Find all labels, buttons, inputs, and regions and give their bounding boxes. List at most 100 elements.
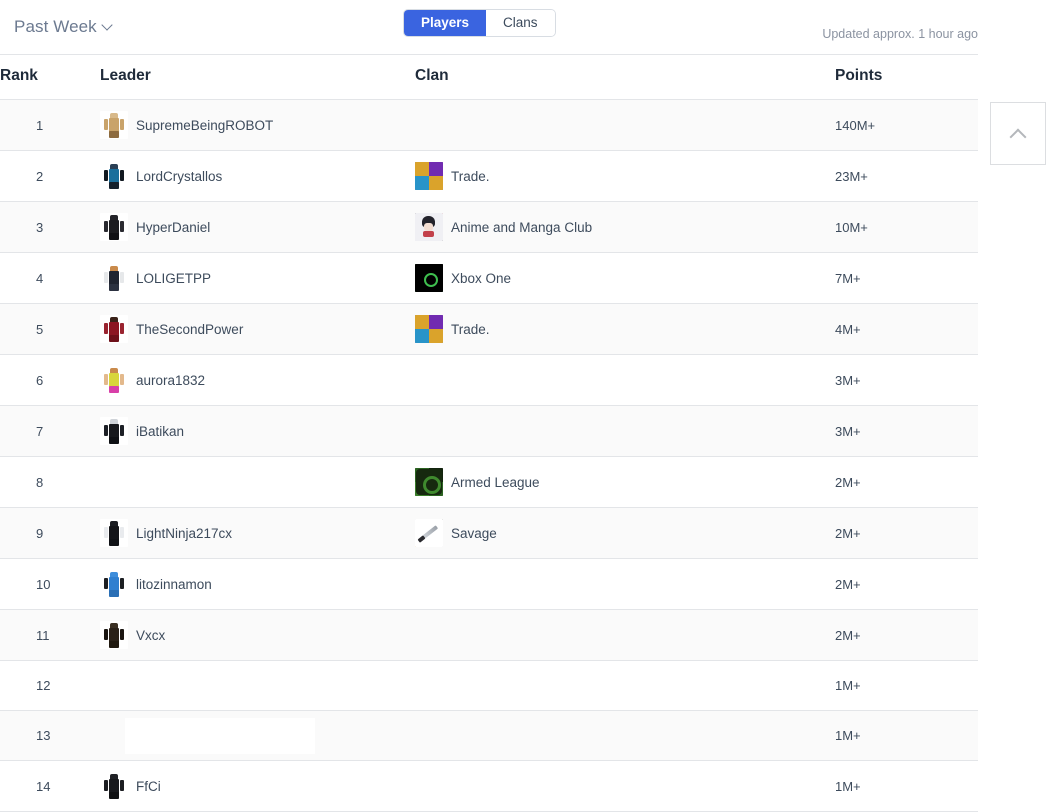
- table-header: Rank Leader Clan Points: [0, 55, 978, 100]
- cell-points: 2M+: [835, 559, 978, 610]
- leader-entry[interactable]: TheSecondPower: [100, 304, 415, 354]
- leader-avatar: [100, 570, 128, 598]
- cell-points: 3M+: [835, 406, 978, 457]
- leader-avatar: [100, 772, 128, 800]
- column-header-clan: Clan: [415, 55, 835, 100]
- cell-rank: 6: [0, 355, 100, 406]
- table-row[interactable]: 8Armed League2M+: [0, 457, 978, 508]
- clan-name[interactable]: Armed League: [451, 475, 540, 490]
- leader-name[interactable]: LordCrystallos: [136, 169, 222, 184]
- cell-leader: LightNinja217cx: [100, 508, 415, 559]
- clan-icon: [415, 519, 443, 547]
- leaderboard-toolbar: Past Week Players Clans Updated approx. …: [0, 0, 978, 54]
- table-row[interactable]: 5 TheSecondPower Trade. 4M+: [0, 304, 978, 355]
- clan-icon: [415, 468, 443, 496]
- period-filter-dropdown[interactable]: Past Week: [14, 17, 114, 37]
- cell-points: 4M+: [835, 304, 978, 355]
- table-row[interactable]: 11Vxcx2M+: [0, 610, 978, 661]
- table-row[interactable]: 1SupremeBeingROBOT140M+: [0, 100, 978, 151]
- cell-rank: 8: [0, 457, 100, 508]
- table-row[interactable]: 9LightNinja217cxSavage2M+: [0, 508, 978, 559]
- clan-name[interactable]: Trade.: [451, 322, 490, 337]
- table-row[interactable]: 121M+: [0, 661, 978, 711]
- leader-name[interactable]: FfCi: [136, 779, 161, 794]
- leader-name[interactable]: TheSecondPower: [136, 322, 243, 337]
- cell-points: 140M+: [835, 100, 978, 151]
- cell-clan: [415, 711, 835, 761]
- cell-points: 1M+: [835, 661, 978, 711]
- clan-name[interactable]: Anime and Manga Club: [451, 220, 592, 235]
- leader-name[interactable]: HyperDaniel: [136, 220, 210, 235]
- table-row[interactable]: 3 HyperDaniel Anime and Manga Club 10M+: [0, 202, 978, 253]
- table-row[interactable]: 6aurora18323M+: [0, 355, 978, 406]
- leader-avatar: [100, 111, 128, 139]
- table-row[interactable]: 2LordCrystallosTrade.23M+: [0, 151, 978, 202]
- leader-entry[interactable]: LOLIGETPP: [100, 253, 415, 303]
- clan-entry[interactable]: Trade.: [415, 151, 835, 201]
- leader-name[interactable]: LightNinja217cx: [136, 526, 232, 541]
- clan-entry[interactable]: Trade.: [415, 304, 835, 354]
- cell-leader: litozinnamon: [100, 559, 415, 610]
- clan-name[interactable]: Trade.: [451, 169, 490, 184]
- cell-leader: [100, 457, 415, 508]
- clan-entry[interactable]: Armed League: [415, 457, 835, 507]
- cell-rank: 2: [0, 151, 100, 202]
- leader-entry[interactable]: FfCi: [100, 761, 415, 811]
- leader-name[interactable]: litozinnamon: [136, 577, 212, 592]
- leader-avatar: [100, 621, 128, 649]
- clan-entry[interactable]: Xbox One: [415, 253, 835, 303]
- table-row[interactable]: 7iBatikan3M+: [0, 406, 978, 457]
- cell-leader: [100, 661, 415, 711]
- leader-name[interactable]: iBatikan: [136, 424, 184, 439]
- leader-name[interactable]: aurora1832: [136, 373, 205, 388]
- leader-entry[interactable]: litozinnamon: [100, 559, 415, 609]
- cell-clan: [415, 661, 835, 711]
- cell-clan: Anime and Manga Club: [415, 202, 835, 253]
- leader-avatar: [100, 213, 128, 241]
- leader-avatar: [100, 366, 128, 394]
- view-toggle-group: Players Clans: [403, 9, 556, 37]
- table-row[interactable]: 131M+: [0, 711, 978, 761]
- leader-entry[interactable]: Vxcx: [100, 610, 415, 660]
- cell-leader: [100, 711, 415, 761]
- cell-rank: 10: [0, 559, 100, 610]
- cell-rank: 3: [0, 202, 100, 253]
- column-header-rank: Rank: [0, 55, 100, 100]
- cell-points: 2M+: [835, 610, 978, 661]
- clan-name[interactable]: Xbox One: [451, 271, 511, 286]
- leader-name[interactable]: Vxcx: [136, 628, 165, 643]
- leader-avatar: [100, 162, 128, 190]
- clan-name[interactable]: Savage: [451, 526, 497, 541]
- leaderboard-table: Rank Leader Clan Points 1SupremeBeingROB…: [0, 54, 978, 812]
- leader-entry[interactable]: SupremeBeingROBOT: [100, 100, 415, 150]
- cell-points: 7M+: [835, 253, 978, 304]
- table-row[interactable]: 4 LOLIGETPP Xbox One 7M+: [0, 253, 978, 304]
- cell-rank: 5: [0, 304, 100, 355]
- table-row[interactable]: 14 FfCi 1M+: [0, 761, 978, 812]
- cell-rank: 4: [0, 253, 100, 304]
- cell-clan: [415, 761, 835, 812]
- cell-clan: Trade.: [415, 151, 835, 202]
- cell-leader: HyperDaniel: [100, 202, 415, 253]
- table-body: 1SupremeBeingROBOT140M+2LordCrystallosTr…: [0, 100, 978, 812]
- leader-entry[interactable]: HyperDaniel: [100, 202, 415, 252]
- cell-clan: [415, 559, 835, 610]
- cell-clan: Trade.: [415, 304, 835, 355]
- clan-entry[interactable]: Savage: [415, 508, 835, 558]
- scroll-to-top-button[interactable]: [990, 102, 1046, 165]
- table-row[interactable]: 10 litozinnamon 2M+: [0, 559, 978, 610]
- tab-clans[interactable]: Clans: [486, 10, 555, 36]
- tab-players[interactable]: Players: [404, 10, 486, 36]
- leader-name[interactable]: SupremeBeingROBOT: [136, 118, 273, 133]
- clan-entry[interactable]: Anime and Manga Club: [415, 202, 835, 252]
- leader-entry[interactable]: iBatikan: [100, 406, 415, 456]
- cell-points: 1M+: [835, 761, 978, 812]
- cell-leader: LordCrystallos: [100, 151, 415, 202]
- column-header-leader: Leader: [100, 55, 415, 100]
- leader-entry[interactable]: LordCrystallos: [100, 151, 415, 201]
- leader-entry[interactable]: aurora1832: [100, 355, 415, 405]
- cell-points: 10M+: [835, 202, 978, 253]
- cell-rank: 14: [0, 761, 100, 812]
- leader-entry[interactable]: LightNinja217cx: [100, 508, 415, 558]
- leader-name[interactable]: LOLIGETPP: [136, 271, 211, 286]
